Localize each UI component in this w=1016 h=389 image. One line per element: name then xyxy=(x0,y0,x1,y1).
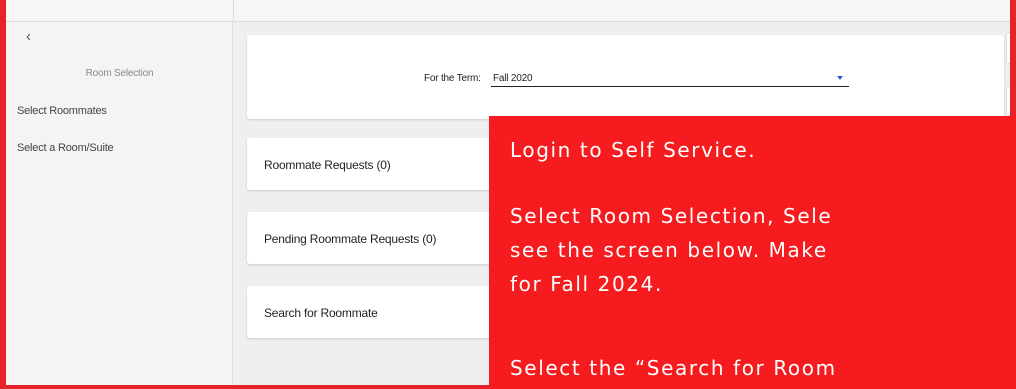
term-label: For the Term: xyxy=(424,73,481,84)
instruction-overlay: Login to Self Service. Select Room Selec… xyxy=(489,116,1016,389)
right-panel-edge xyxy=(1006,32,1010,64)
term-value: Fall 2020 xyxy=(493,73,533,84)
pending-roommate-requests-label: Pending Roommate Requests (0) xyxy=(264,232,437,246)
top-bar xyxy=(6,0,1010,22)
back-chevron-icon[interactable]: ‹ xyxy=(26,28,31,45)
sidebar-item-select-room-suite[interactable]: Select a Room/Suite xyxy=(17,142,114,154)
search-for-roommate-label: Search for Roommate xyxy=(264,306,378,320)
term-dropdown[interactable]: Fall 2020 xyxy=(491,67,849,87)
sidebar: ‹ Room Selection Select Roommates Select… xyxy=(6,22,233,385)
instruction-line-2: Select Room Selection, Sele xyxy=(510,204,833,228)
divider xyxy=(233,0,234,22)
instruction-line-1: Login to Self Service. xyxy=(510,138,757,162)
roommate-requests-label: Roommate Requests (0) xyxy=(264,158,391,172)
instruction-line-3: see the screen below. Make xyxy=(510,238,828,262)
instruction-line-5: Select the “Search for Room xyxy=(510,356,837,380)
right-panel-edge-2 xyxy=(1006,86,1010,116)
term-card: For the Term: Fall 2020 xyxy=(247,35,1004,119)
sidebar-item-select-roommates[interactable]: Select Roommates xyxy=(17,105,107,117)
sidebar-title: Room Selection xyxy=(85,68,154,79)
dropdown-caret-icon xyxy=(837,76,843,80)
instruction-line-4: for Fall 2024. xyxy=(510,272,663,296)
